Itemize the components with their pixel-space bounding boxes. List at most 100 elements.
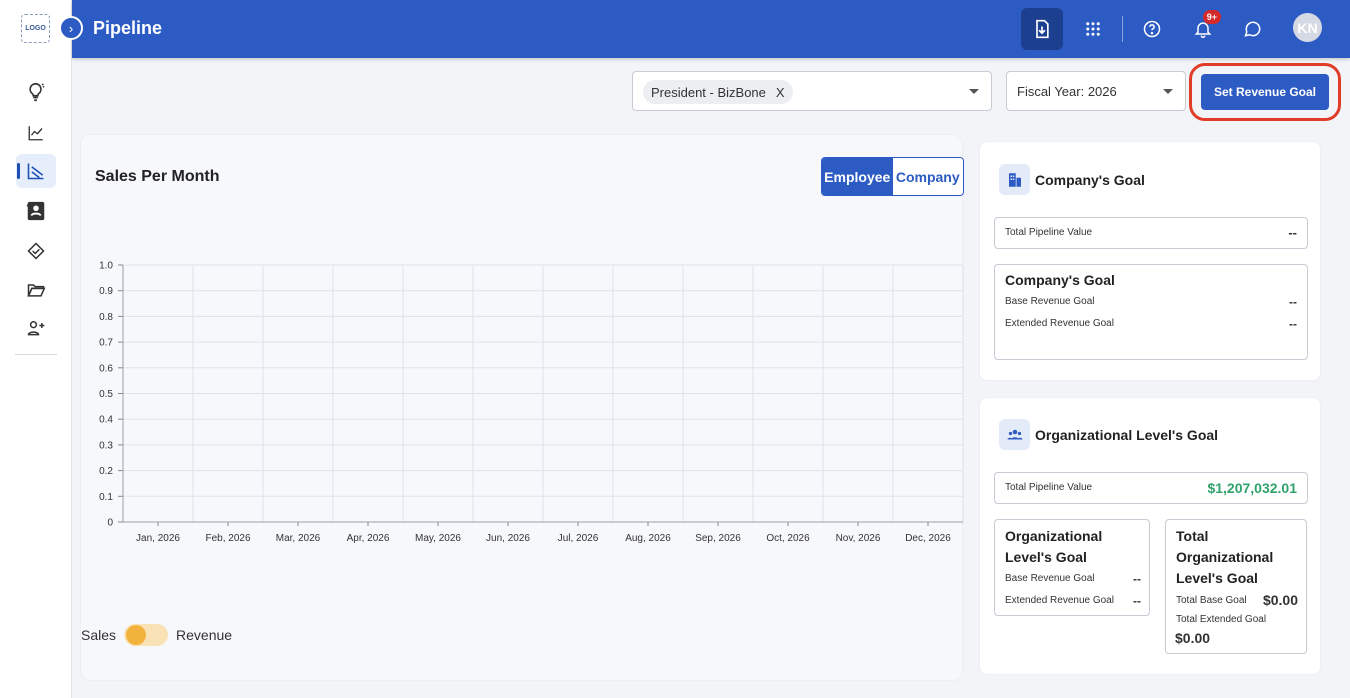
total-extended-goal-value: $0.00 [1175,630,1211,646]
sidebar-item-contacts[interactable] [16,194,56,228]
extended-revenue-label: Extended Revenue Goal [1005,595,1114,606]
org-total-pipeline-field: Total Pipeline Value $1,207,032.01 [994,472,1308,504]
trend-chart-icon [28,126,43,141]
base-revenue-value: -- [1289,295,1297,309]
download-button[interactable] [1021,8,1063,50]
sidebar-item-files[interactable] [16,273,56,307]
top-header: Pipeline 9+ KN [72,0,1350,58]
person-select[interactable]: President - BizBone X [632,71,992,111]
sidebar-divider [15,354,57,355]
box-title-line-1: Organizational [1005,528,1103,544]
sidebar-item-trends[interactable] [16,116,56,150]
fiscal-year-value: Fiscal Year: 2026 [1017,84,1117,99]
x-tick-label: Dec, 2026 [905,533,951,544]
fiscal-year-select[interactable]: Fiscal Year: 2026 [1006,71,1186,111]
x-tick-label: Mar, 2026 [276,533,321,544]
x-tick-label: Jan, 2026 [136,533,180,544]
box-title-line-2: Organizational [1176,549,1274,565]
chat-button[interactable] [1232,8,1274,50]
chip-label: President - BizBone [651,84,766,100]
switch-knob [126,625,147,645]
x-tick-label: Aug, 2026 [625,533,671,544]
sidebar-item-deals[interactable] [16,234,56,268]
sales-revenue-switch[interactable] [124,624,169,646]
extended-revenue-value: -- [1289,317,1297,331]
x-tick-label: Oct, 2026 [766,533,810,544]
x-tick-label: Apr, 2026 [347,533,390,544]
selected-person-chip: President - BizBone X [643,80,793,104]
company-goal-box: Company's Goal Base Revenue Goal -- Exte… [994,264,1308,360]
y-tick-label: 0.4 [99,415,113,426]
y-tick-label: 0.5 [99,389,113,400]
y-tick-label: 0.9 [99,286,113,297]
caret-down-icon [969,89,979,94]
x-tick-label: Feb, 2026 [205,533,250,544]
switch-left-label: Sales [81,627,117,643]
sales-chart: 0 0.1 0.2 0.3 0.4 0.5 0.6 0.7 0.8 0.9 1.0 Jan, 2026… [99,261,964,544]
caret-down-icon [1163,89,1173,94]
pipeline-chart-icon [27,163,44,180]
page-title: Pipeline [93,18,163,38]
switch-right-label: Revenue [176,627,233,643]
sidebar-item-pipeline[interactable] [16,154,56,188]
y-tick-label: 0.1 [99,492,113,503]
field-value: $1,207,032.01 [1207,480,1297,496]
org-goal-title: Organizational Level's Goal [1035,427,1219,443]
sales-chart-card: Sales Per Month Employee Company 0 0.1 0.2… [80,134,964,681]
x-tick-label: Nov, 2026 [836,533,881,544]
sales-revenue-switch-row: Sales Revenue [81,623,232,647]
building-icon [999,164,1030,195]
total-extended-goal-label: Total Extended Goal [1176,614,1267,625]
sidebar-expand-button[interactable]: › [59,16,83,40]
total-base-goal-value: $0.00 [1262,592,1298,608]
header-divider [1122,16,1123,42]
total-org-goal-box: Total Organizational Level's Goal Total … [1165,519,1307,654]
field-label: Total Pipeline Value [1005,227,1093,238]
chip-remove-button[interactable]: X [776,85,785,100]
org-goal-box: Organizational Level's Goal Base Revenue… [994,519,1150,616]
set-revenue-goal-button[interactable]: Set Revenue Goal [1201,74,1329,110]
y-tick-label: 0.7 [99,338,113,349]
folder-icon [27,284,46,297]
box-title-line-3: Level's Goal [1176,570,1258,586]
company-goal-title: Company's Goal [1035,172,1145,188]
download-icon [1036,19,1049,39]
help-button[interactable] [1131,8,1173,50]
extended-revenue-label: Extended Revenue Goal [1005,318,1114,329]
base-revenue-value: -- [1133,572,1141,586]
extended-revenue-value: -- [1133,594,1141,608]
help-icon [1143,20,1161,38]
box-title: Company's Goal [1005,272,1115,288]
y-tick-label: 0 [107,518,113,529]
lightbulb-icon [29,81,47,102]
logo: LOGO [21,14,50,43]
x-tick-label: Jul, 2026 [558,533,599,544]
field-label: Total Pipeline Value [1005,482,1093,493]
box-title-line-2: Level's Goal [1005,549,1087,565]
sidebar-item-insights[interactable] [16,75,56,109]
y-tick-label: 1.0 [99,261,113,272]
y-tick-label: 0.3 [99,440,113,451]
contacts-book-icon [26,201,45,221]
apps-button[interactable] [1072,8,1114,50]
sidebar: LOGO [0,0,72,698]
company-total-pipeline-field: Total Pipeline Value -- [994,217,1308,249]
x-tick-label: May, 2026 [415,533,461,544]
base-revenue-label: Base Revenue Goal [1005,296,1095,307]
total-base-goal-label: Total Base Goal [1176,595,1247,606]
avatar[interactable]: KN [1293,13,1322,42]
chevron-right-icon: › [68,20,74,36]
x-tick-label: Sep, 2026 [695,533,741,544]
team-icon [999,419,1030,450]
y-tick-label: 0.6 [99,363,113,374]
grid-icon [1086,22,1100,36]
handshake-icon [27,242,45,260]
add-user-icon [27,321,45,336]
field-value: -- [1288,225,1297,240]
notifications-button[interactable]: 9+ [1182,8,1224,50]
org-goal-card: Organizational Level's Goal Total Pipeli… [979,397,1321,675]
base-revenue-label: Base Revenue Goal [1005,573,1095,584]
sidebar-item-add-user[interactable] [16,311,56,345]
box-title-line-1: Total [1176,528,1209,544]
company-goal-card: Company's Goal Total Pipeline Value -- C… [979,141,1321,381]
